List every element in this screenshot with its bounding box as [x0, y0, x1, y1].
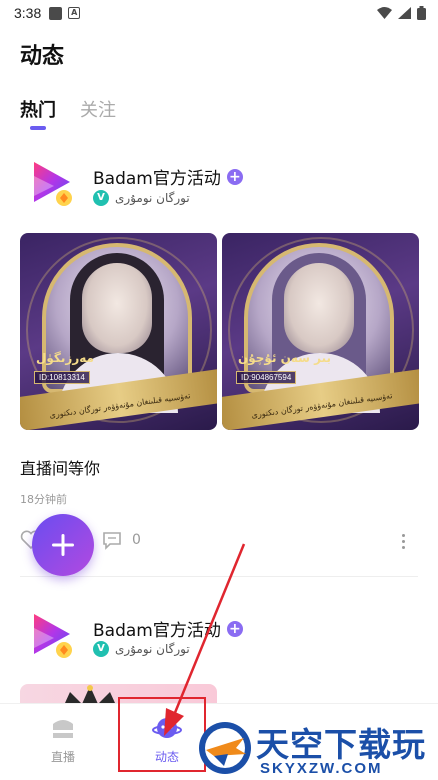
nav-live[interactable]: 直播 [18, 714, 108, 765]
tab-hot[interactable]: 热门 [20, 96, 56, 122]
image-name-tag: بىر سەن ئۇچۇن [238, 351, 331, 365]
portrait-face [284, 263, 354, 353]
wifi-icon [377, 7, 392, 19]
badam-logo-icon[interactable] [30, 612, 74, 660]
tab-active-indicator [30, 126, 46, 130]
author-subtitle: تورگان نومۇرى [115, 191, 190, 205]
image-name-tag: مەرزىگۈل [36, 351, 94, 365]
verified-icon: V [93, 641, 109, 657]
page-title: 动态 [20, 44, 65, 69]
comment-icon[interactable] [102, 530, 122, 550]
author-name: Badam官方活动 [93, 169, 221, 189]
comment-count: 0 [132, 532, 141, 548]
more-options-icon[interactable] [398, 534, 408, 549]
image-id-tag: ID:904867594 [236, 371, 297, 384]
watermark-title: 天空下载玩 [256, 725, 426, 764]
watermark-logo-icon [199, 722, 251, 774]
site-watermark: 天空下载玩 SKYXZW.COM [196, 716, 438, 780]
live-icon [53, 720, 73, 738]
feed-tabs: 热门 关注 [20, 96, 116, 122]
post-image-1[interactable]: تەۋسىيە قىلىنغان مۇنەۋۋەر تورگان دىكتورى… [20, 233, 217, 430]
battery-icon [417, 6, 426, 20]
plus-icon [52, 534, 74, 556]
image-id-tag: ID:10813314 [34, 371, 90, 384]
post-author[interactable]: Badam官方活动 + [93, 164, 243, 189]
watermark-url: SKYXZW.COM [260, 760, 383, 777]
post-image-2[interactable]: تەۋسىيە قىلىنغان مۇنەۋۋەر تورگان دىكتورى… [222, 233, 419, 430]
signal-icon [398, 7, 411, 19]
status-bar: 3:38 A [0, 0, 438, 26]
badam-logo-icon[interactable] [30, 160, 74, 208]
portrait-face [82, 263, 152, 353]
post-time: 18分钟前 [20, 493, 67, 506]
follow-plus-icon[interactable]: + [226, 168, 243, 185]
nav-live-label: 直播 [50, 750, 75, 764]
author-sub-row: V تورگان نومۇرى [93, 190, 190, 206]
status-time: 3:38 [14, 5, 42, 21]
create-post-button[interactable] [32, 514, 94, 576]
notification-icon [49, 6, 63, 20]
tab-following[interactable]: 关注 [80, 96, 116, 122]
annotation-arrow [164, 543, 246, 736]
verified-icon: V [93, 190, 109, 206]
post-text: 直播间等你 [20, 459, 101, 478]
keyboard-icon: A [68, 7, 81, 19]
